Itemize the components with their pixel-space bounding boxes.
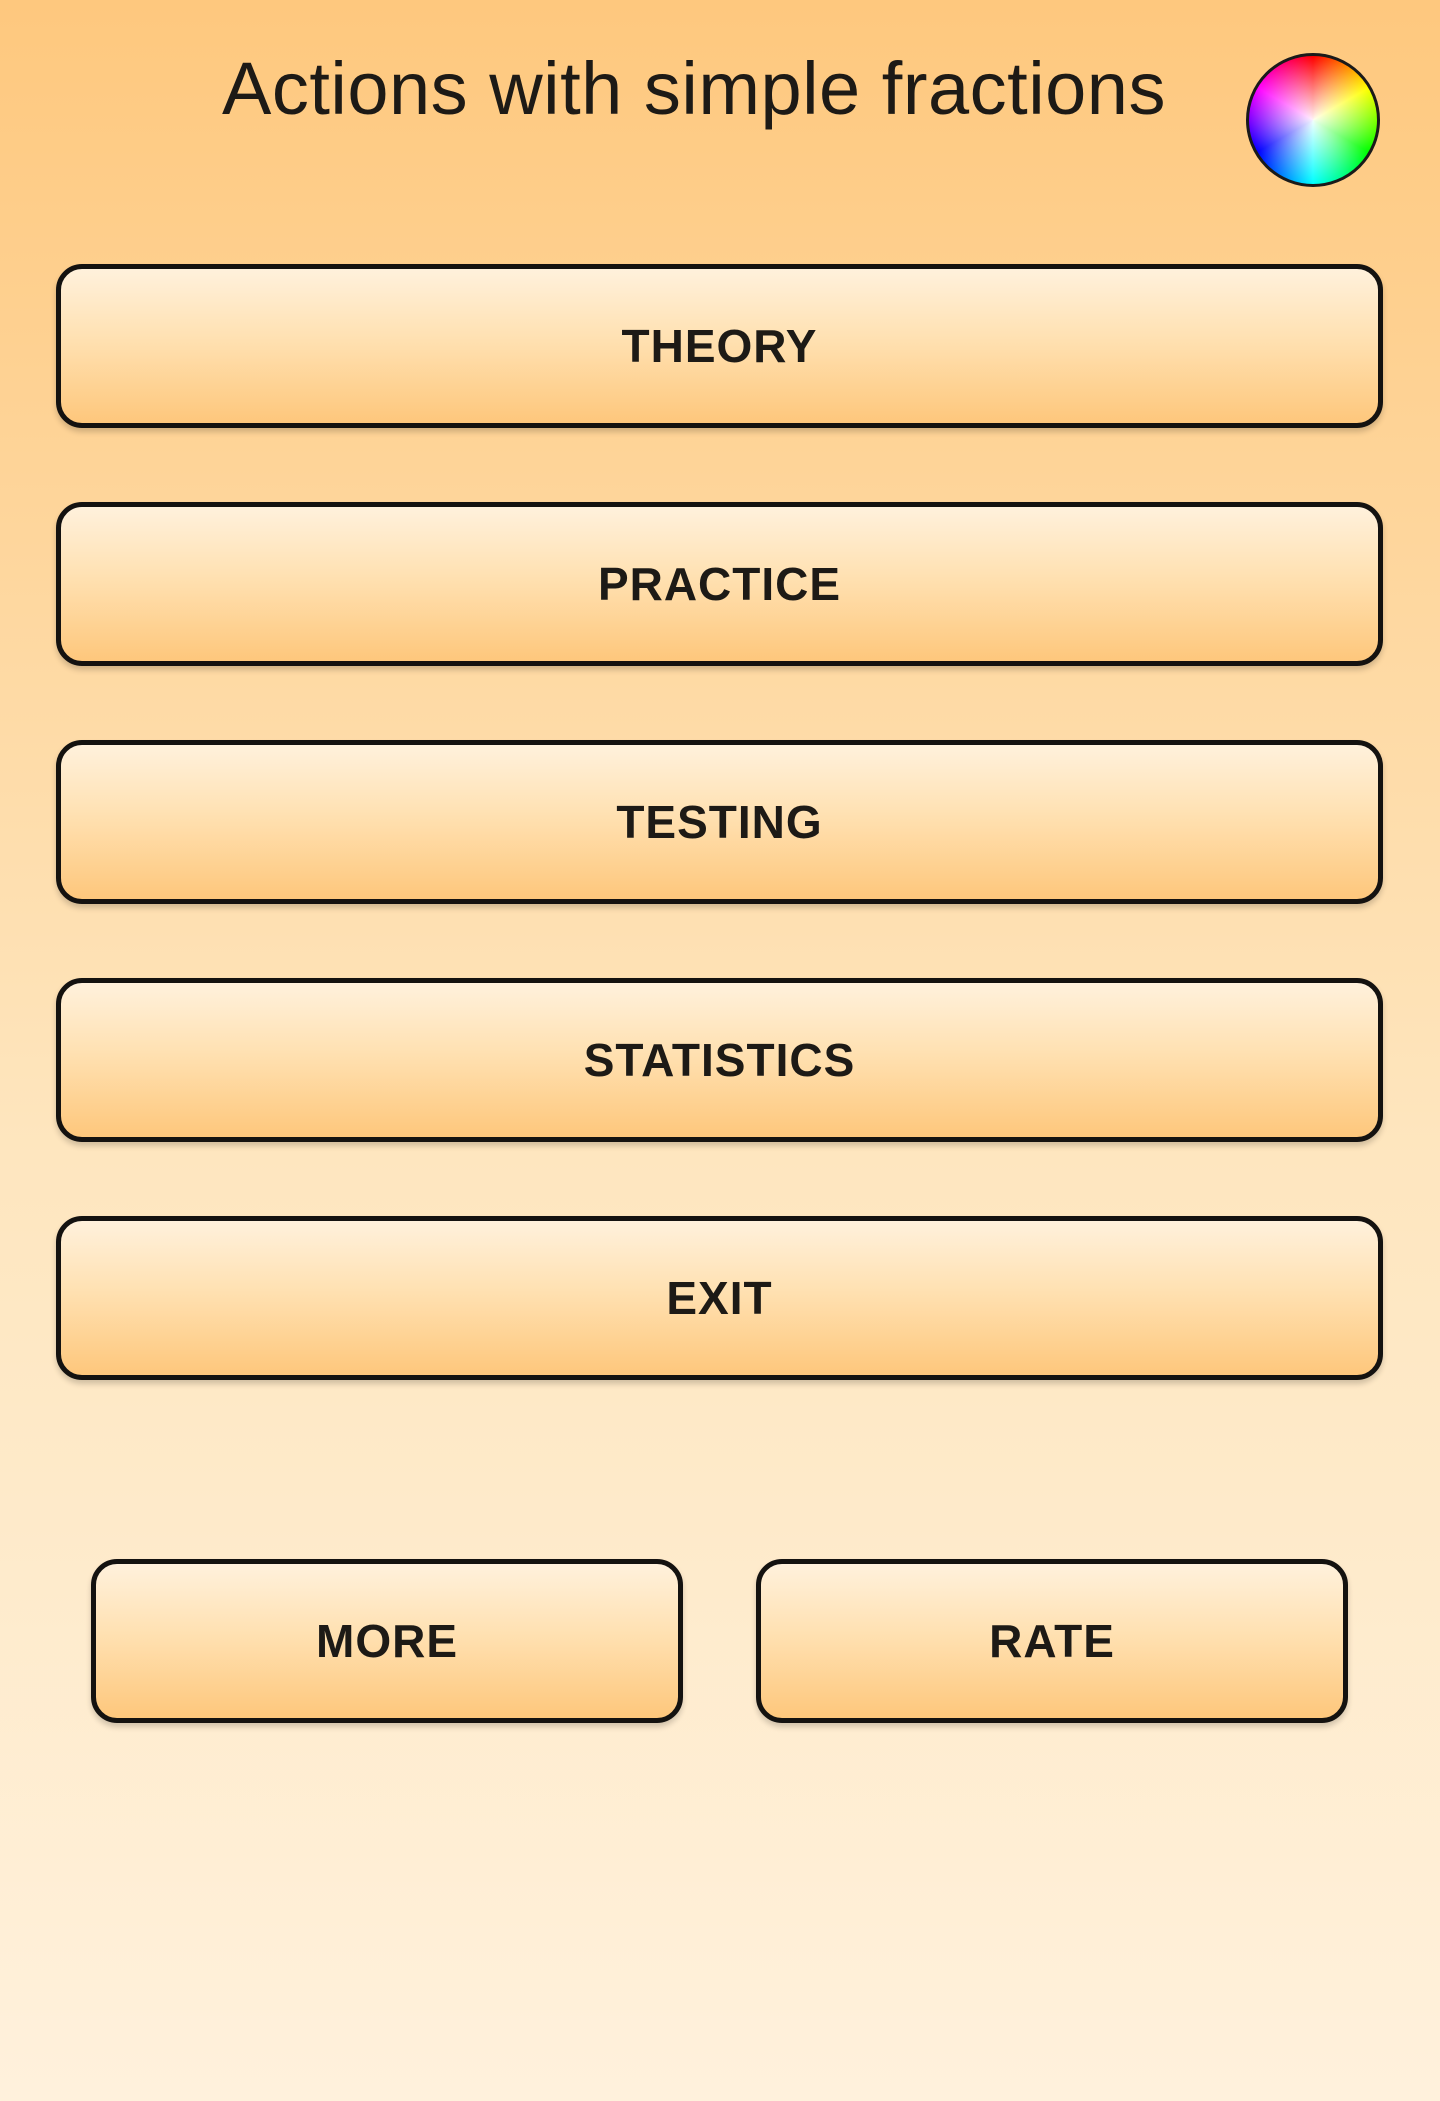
rate-button[interactable]: RATE <box>756 1559 1348 1723</box>
statistics-button[interactable]: STATISTICS <box>56 978 1383 1142</box>
app-title: Actions with simple fractions <box>222 47 1166 130</box>
theory-button[interactable]: THEORY <box>56 264 1383 428</box>
color-wheel-icon[interactable] <box>1246 53 1380 187</box>
testing-button[interactable]: TESTING <box>56 740 1383 904</box>
exit-button[interactable]: EXIT <box>56 1216 1383 1380</box>
more-button[interactable]: MORE <box>91 1559 683 1723</box>
practice-button[interactable]: PRACTICE <box>56 502 1383 666</box>
